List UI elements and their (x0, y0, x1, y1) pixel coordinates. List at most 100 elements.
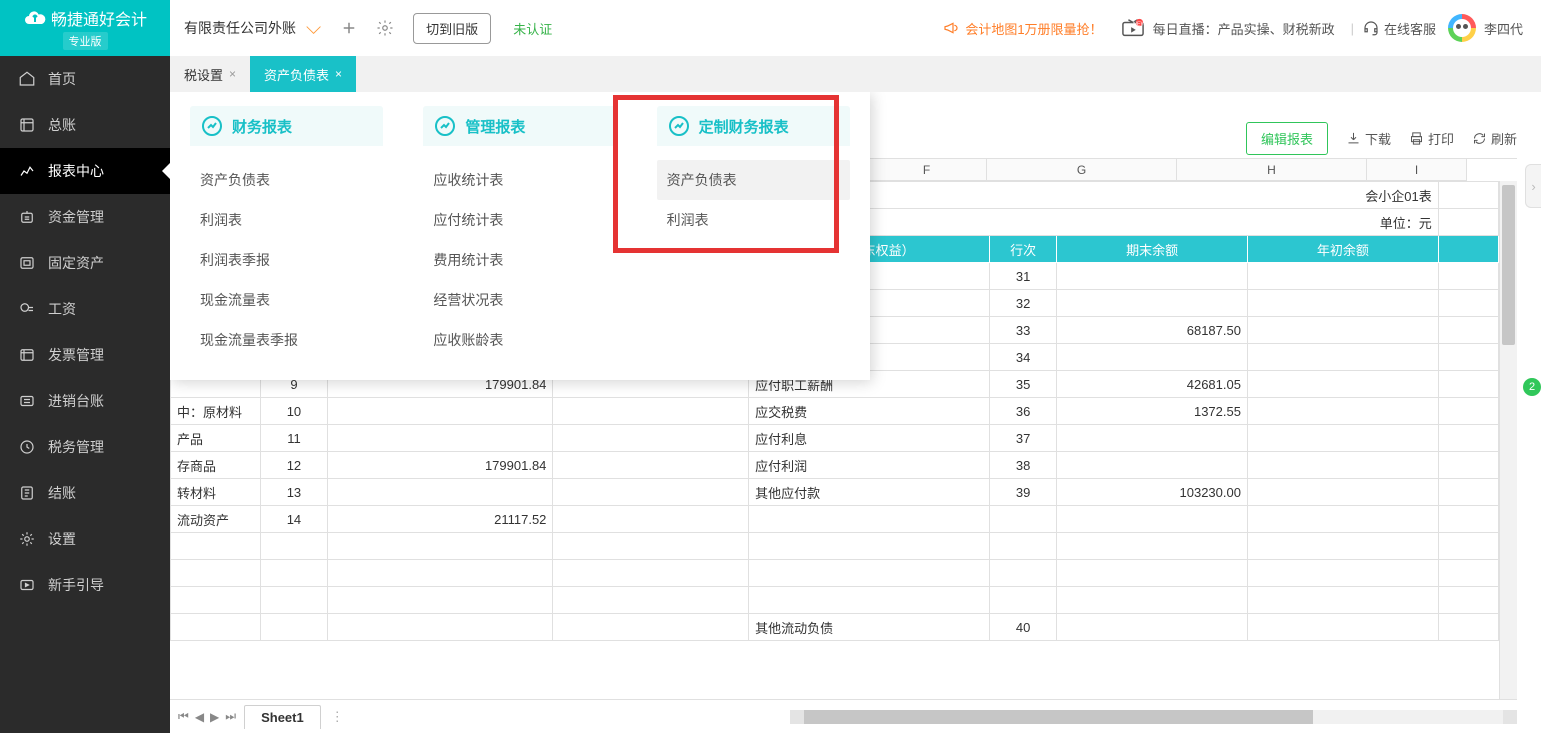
cell[interactable]: 应付利润 (749, 452, 990, 479)
cell[interactable] (1438, 452, 1498, 479)
sidebar-item-9[interactable]: 结账 (0, 470, 170, 516)
sidebar-item-4[interactable]: 固定资产 (0, 240, 170, 286)
table-row[interactable]: 流动资产1421117.52 (171, 506, 1499, 533)
cell[interactable]: 40 (990, 614, 1057, 641)
col-G[interactable]: G (987, 159, 1177, 181)
next-icon[interactable]: ▶ (210, 710, 219, 724)
cell[interactable] (1247, 398, 1438, 425)
cell[interactable] (1057, 533, 1248, 560)
refresh-link[interactable]: 刷新 (1472, 129, 1517, 148)
cell[interactable] (1438, 290, 1498, 317)
gear-icon[interactable] (367, 19, 403, 37)
cell[interactable] (1438, 317, 1498, 344)
cell[interactable] (553, 560, 749, 587)
cell[interactable] (1438, 533, 1498, 560)
col-H[interactable]: H (1177, 159, 1367, 181)
table-row[interactable]: 产品11应付利息37 (171, 425, 1499, 452)
cell[interactable]: 103230.00 (1057, 479, 1248, 506)
cell[interactable]: 35 (990, 371, 1057, 398)
sheet-tab[interactable]: Sheet1 (244, 705, 321, 729)
prev-icon[interactable]: ◀ (195, 710, 204, 724)
mega-item[interactable]: 现金流量表 (190, 280, 383, 320)
cell[interactable] (1438, 560, 1498, 587)
cell[interactable] (1057, 452, 1248, 479)
cell[interactable] (1247, 506, 1438, 533)
cell[interactable] (261, 560, 327, 587)
cell[interactable] (1247, 560, 1438, 587)
cell[interactable] (749, 560, 990, 587)
vertical-scrollbar[interactable] (1499, 181, 1517, 699)
col-F[interactable]: F (867, 159, 987, 181)
sidebar-item-11[interactable]: 新手引导 (0, 562, 170, 608)
cell[interactable] (327, 398, 553, 425)
cell[interactable] (171, 587, 261, 614)
add-icon[interactable] (331, 19, 367, 37)
cell[interactable]: 流动资产 (171, 506, 261, 533)
cell[interactable] (1438, 371, 1498, 398)
sidebar-item-1[interactable]: 总账 (0, 102, 170, 148)
service-link[interactable]: 在线客服 (1362, 19, 1436, 38)
cell[interactable] (553, 425, 749, 452)
mega-item[interactable]: 应付统计表 (423, 200, 616, 240)
uncertified-label[interactable]: 未认证 (513, 19, 552, 38)
download-link[interactable]: 下载 (1346, 129, 1391, 148)
dots-icon[interactable]: ⋮ (321, 709, 354, 725)
cell[interactable] (1057, 560, 1248, 587)
cell[interactable] (1057, 614, 1248, 641)
sidebar-item-10[interactable]: 设置 (0, 516, 170, 562)
close-icon[interactable]: × (335, 67, 342, 81)
cell[interactable] (553, 398, 749, 425)
cell[interactable] (1247, 479, 1438, 506)
cell[interactable] (1438, 587, 1498, 614)
cell[interactable] (171, 614, 261, 641)
print-link[interactable]: 打印 (1409, 129, 1454, 148)
cell[interactable] (553, 614, 749, 641)
cell[interactable]: 其他流动负债 (749, 614, 990, 641)
cell[interactable] (553, 587, 749, 614)
cell[interactable] (990, 506, 1057, 533)
cell[interactable]: 37 (990, 425, 1057, 452)
cell[interactable]: 10 (261, 398, 327, 425)
cell[interactable] (1057, 263, 1248, 290)
cell[interactable] (1247, 263, 1438, 290)
cell[interactable] (171, 560, 261, 587)
cell[interactable] (1247, 344, 1438, 371)
cell[interactable] (553, 452, 749, 479)
cell[interactable]: 存商品 (171, 452, 261, 479)
sidebar-item-6[interactable]: 发票管理 (0, 332, 170, 378)
sidebar-item-0[interactable]: 首页 (0, 56, 170, 102)
table-row[interactable] (171, 587, 1499, 614)
company-chevron[interactable]: ⌵ (296, 17, 331, 40)
cell[interactable] (1247, 425, 1438, 452)
cell[interactable] (1057, 290, 1248, 317)
cell[interactable] (327, 479, 553, 506)
cell[interactable] (553, 533, 749, 560)
cell[interactable] (171, 533, 261, 560)
cell[interactable] (1438, 236, 1498, 263)
cell[interactable] (1438, 398, 1498, 425)
cell[interactable] (327, 533, 553, 560)
cell[interactable] (553, 506, 749, 533)
table-row[interactable]: 转材料13其他应付款39103230.00 (171, 479, 1499, 506)
cell[interactable] (990, 560, 1057, 587)
cell[interactable]: 转材料 (171, 479, 261, 506)
cell[interactable]: 期末余额 (1057, 236, 1248, 263)
cell[interactable] (990, 587, 1057, 614)
cell[interactable] (1247, 614, 1438, 641)
cell[interactable]: 1372.55 (1057, 398, 1248, 425)
cell[interactable] (1438, 209, 1498, 236)
cell[interactable] (553, 479, 749, 506)
cell[interactable] (749, 506, 990, 533)
cell[interactable] (1057, 344, 1248, 371)
cell[interactable] (327, 560, 553, 587)
first-icon[interactable]: ⏮ (178, 709, 189, 724)
cell[interactable]: 其他应付款 (749, 479, 990, 506)
cell[interactable]: 年初余额 (1247, 236, 1438, 263)
mega-item[interactable]: 利润表 (190, 200, 383, 240)
cell[interactable] (1247, 587, 1438, 614)
cell[interactable]: 36 (990, 398, 1057, 425)
cell[interactable]: 34 (990, 344, 1057, 371)
table-row[interactable]: 中：原材料10应交税费361372.55 (171, 398, 1499, 425)
last-icon[interactable]: ⏭ (225, 709, 236, 724)
live-icon[interactable]: NEW (1121, 17, 1145, 39)
